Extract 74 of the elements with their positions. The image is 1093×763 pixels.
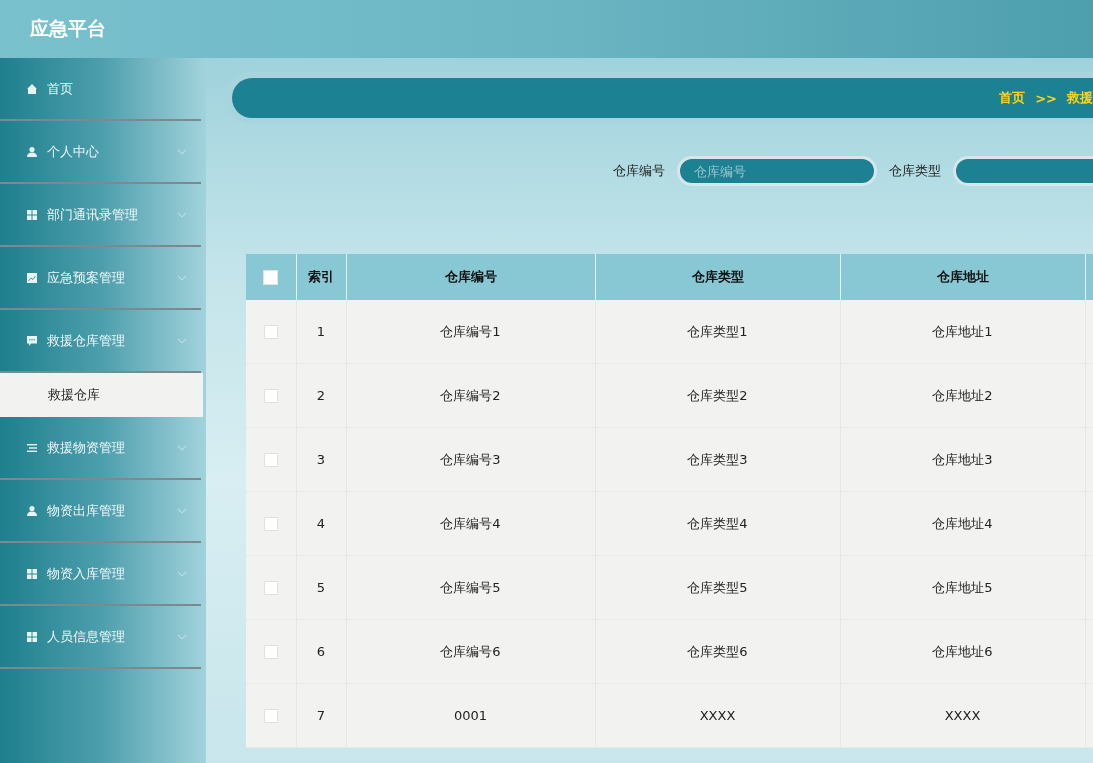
submenu-item[interactable]: 救援仓库 xyxy=(0,373,203,417)
table-cell: 仓库类型5 xyxy=(687,579,748,595)
table-cell: 仓库编号4 xyxy=(440,515,501,531)
column-header: 仓库类型 xyxy=(691,269,744,284)
checkbox[interactable] xyxy=(263,270,279,285)
field-label: 仓库类型 xyxy=(889,162,941,180)
table-cell: XXXX xyxy=(944,708,981,723)
table-cell: 5 xyxy=(316,580,326,595)
user-icon xyxy=(26,504,38,517)
chevron-icon xyxy=(177,274,187,281)
table-cell: 3 xyxy=(316,452,326,467)
search-field[interactable] xyxy=(953,156,1093,186)
search-field[interactable]: 仓库编号 xyxy=(677,156,877,186)
grid-icon xyxy=(26,208,38,221)
checkbox[interactable] xyxy=(263,389,278,404)
table-cell: 仓库类型3 xyxy=(687,451,748,467)
table-cell: 0001 xyxy=(453,708,488,723)
chevron-icon xyxy=(177,211,187,218)
table-cell: 仓库类型1 xyxy=(687,323,748,339)
table-cell: 仓库编号3 xyxy=(440,451,501,467)
field-label: 仓库编号 xyxy=(613,162,665,180)
table-cell: 1 xyxy=(316,324,326,339)
grid-icon xyxy=(26,630,38,643)
table-cell: 仓库类型6 xyxy=(687,643,748,659)
chevron-icon xyxy=(177,507,187,514)
chevron-icon xyxy=(177,633,187,640)
breadcrumb-separator: >> xyxy=(1035,90,1057,106)
menu-item[interactable]: 个人中心 xyxy=(0,121,201,184)
menu-item[interactable]: 部门通讯录管理 xyxy=(0,184,201,247)
table-cell: 仓库地址5 xyxy=(932,579,993,595)
breadcrumb-link[interactable]: 首页 xyxy=(999,89,1026,107)
home-icon xyxy=(26,82,38,95)
column-header: 索引 xyxy=(308,269,334,284)
table-cell: 仓库编号2 xyxy=(440,387,501,403)
chevron-icon xyxy=(177,570,187,577)
column-header: 仓库地址 xyxy=(936,269,989,284)
table-cell: XXXX xyxy=(699,708,736,723)
list-icon xyxy=(26,441,38,454)
chart-icon xyxy=(26,271,38,284)
user-icon xyxy=(26,145,38,158)
breadcrumb-link[interactable]: 救援 xyxy=(1067,89,1093,107)
table-cell: 仓库地址3 xyxy=(932,451,993,467)
table-cell: 仓库地址4 xyxy=(932,515,993,531)
checkbox[interactable] xyxy=(263,517,278,532)
table-cell: 仓库地址2 xyxy=(932,387,993,403)
chevron-icon xyxy=(177,148,187,155)
menu-item[interactable]: 物资出库管理 xyxy=(0,480,201,543)
checkbox[interactable] xyxy=(263,325,278,340)
menu-item[interactable]: 物资入库管理 xyxy=(0,543,201,606)
table-cell: 2 xyxy=(316,388,326,403)
table-cell: 6 xyxy=(316,644,326,659)
table-cell: 仓库地址6 xyxy=(932,643,993,659)
checkbox[interactable] xyxy=(263,709,278,724)
table-cell: 仓库编号5 xyxy=(440,579,501,595)
checkbox[interactable] xyxy=(263,581,278,596)
table-cell: 仓库编号1 xyxy=(440,323,501,339)
menu-item[interactable]: 人员信息管理 xyxy=(0,606,201,669)
menu-item[interactable]: 应急预案管理 xyxy=(0,247,201,310)
chevron-icon xyxy=(177,337,187,344)
table-cell: 仓库地址1 xyxy=(932,323,993,339)
table-cell: 7 xyxy=(316,708,326,723)
checkbox[interactable] xyxy=(263,645,278,660)
table-cell: 仓库类型2 xyxy=(687,387,748,403)
grid-icon xyxy=(26,567,38,580)
menu-item[interactable]: 首页 xyxy=(0,58,201,121)
app-title: 应急平台 xyxy=(30,16,106,41)
chevron-icon xyxy=(177,444,187,451)
column-header: 仓库编号 xyxy=(444,269,497,284)
checkbox[interactable] xyxy=(263,453,278,468)
menu-item[interactable]: 救援物资管理 xyxy=(0,417,201,480)
table-cell: 仓库类型4 xyxy=(687,515,748,531)
chat-icon xyxy=(26,334,38,347)
table-cell: 4 xyxy=(316,516,326,531)
table-cell: 仓库编号6 xyxy=(440,643,501,659)
